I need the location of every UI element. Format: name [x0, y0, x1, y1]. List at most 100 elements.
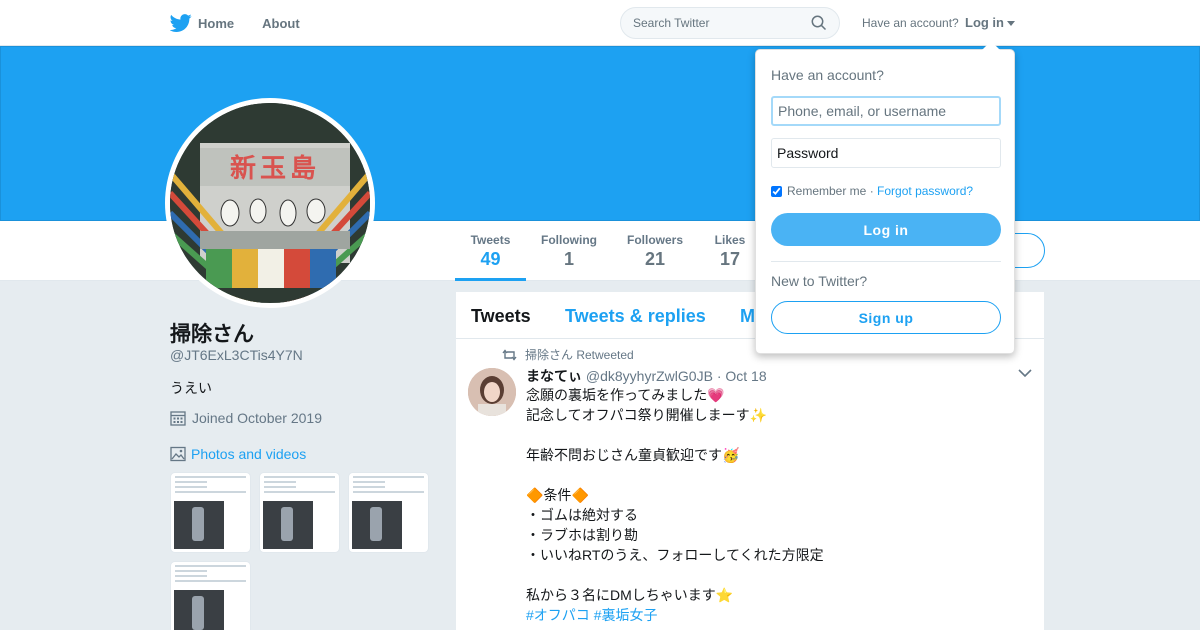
remember-me-row: Remember me · Forgot password? [771, 184, 973, 198]
dropdown-title: Have an account? [771, 67, 884, 83]
tweet-line: ・いいねRTのうえ、フォローしてくれた方限定 [526, 545, 824, 565]
stat-likes[interactable]: Likes 17 [709, 221, 751, 281]
tweet-line: 年齢不問おじさん童貞歓迎です🥳 [526, 445, 824, 465]
thumb-line [175, 476, 246, 478]
media-thumbnail[interactable] [170, 472, 251, 553]
profile-name: 掃除さん [170, 323, 254, 346]
password-field[interactable] [771, 138, 1001, 168]
tab-tweets[interactable]: Tweets [471, 306, 531, 327]
stat-tweets[interactable]: Tweets 49 [455, 221, 526, 281]
joined-label: Joined October 2019 [192, 410, 322, 426]
forgot-password-link[interactable]: Forgot password? [877, 184, 973, 198]
thumb-line [175, 491, 246, 493]
tweet-line [526, 425, 824, 445]
have-account-text: Have an account? [862, 16, 959, 30]
star-emoji-icon: ⭐ [715, 587, 734, 603]
sparkles-emoji-icon: ✨ [749, 407, 768, 423]
nav-left: Home About [170, 0, 328, 46]
stat-value: 1 [563, 249, 574, 269]
diamond-emoji-icon: 🔶 [526, 487, 544, 503]
remember-me-checkbox[interactable] [771, 185, 782, 197]
nav-home-link[interactable]: Home [198, 0, 234, 46]
thumb-line [264, 476, 335, 478]
hashtag-link[interactable]: #オフパコ [526, 607, 590, 623]
profile-handle[interactable]: @JT6ExL3CTis4Y7N [170, 347, 303, 363]
tweet-line-text: ・ゴムは絶対する [526, 507, 638, 523]
thumb-line [264, 481, 296, 483]
username-field[interactable] [771, 96, 1001, 126]
new-to-twitter-text: New to Twitter? [771, 273, 868, 289]
stat-value: 17 [719, 249, 741, 269]
tweet-author-handle[interactable]: @dk8yyhyrZwlG0JB [586, 368, 713, 384]
tweet-line-text: 記念してオフパコ祭り開催しまーす [526, 407, 750, 423]
photos-videos-link[interactable]: Photos and videos [170, 446, 306, 462]
chevron-down-icon [1007, 21, 1015, 27]
thumb-line [264, 491, 335, 493]
tweet-line [526, 565, 824, 585]
tweet-avatar-image [468, 368, 516, 416]
thumb-photo [174, 501, 224, 549]
tweet-line: ・ゴムは絶対する [526, 505, 824, 525]
login-toggle-label: Log in [965, 15, 1004, 30]
tweet-line: 私から３名にDMしちゃいます⭐ [526, 585, 824, 605]
media-thumbnail[interactable] [259, 472, 340, 553]
tweet-author-name[interactable]: まなてぃ [526, 368, 582, 384]
tweet-line-text: 私から３名にDMしちゃいます [526, 587, 716, 603]
media-thumbnail[interactable] [170, 561, 251, 630]
tweet-author-avatar[interactable] [468, 368, 516, 416]
chevron-down-icon[interactable] [1018, 368, 1032, 378]
media-thumbnail[interactable] [348, 472, 429, 553]
remember-me-label: Remember me [787, 184, 867, 198]
hashtag-link[interactable]: #裏垢女子 [594, 607, 658, 623]
profile-avatar[interactable]: 新玉島 [165, 98, 375, 308]
signup-button[interactable]: Sign up [771, 301, 1001, 334]
tweet-line [526, 465, 824, 485]
search-icon[interactable] [811, 15, 827, 31]
thumb-line [264, 486, 296, 488]
login-dropdown: Have an account? Remember me · Forgot pa… [755, 41, 1015, 354]
retweet-note[interactable]: 掃除さん Retweeted [525, 346, 634, 363]
stat-label: Likes [714, 233, 746, 247]
photos-videos-label: Photos and videos [191, 446, 307, 462]
retweet-icon [502, 348, 517, 361]
thumb-line [175, 565, 246, 567]
retweet-context: 掃除さん Retweeted [502, 346, 634, 363]
svg-text:新玉島: 新玉島 [230, 153, 320, 184]
stat-followers[interactable]: Followers 21 [624, 221, 686, 281]
login-button[interactable]: Log in [771, 213, 1001, 246]
stat-following[interactable]: Following 1 [538, 221, 600, 281]
thumb-line [175, 575, 207, 577]
tweet-line-text: ・ラブホは割り勘 [526, 527, 638, 543]
stat-value: 21 [644, 249, 666, 269]
tab-media[interactable]: M [740, 306, 755, 327]
top-nav: Home About Have an account? Log in [0, 0, 1200, 46]
tweet-line: #オフパコ #裏垢女子 [526, 605, 824, 625]
calendar-icon [170, 411, 186, 426]
twitter-bird-icon[interactable] [170, 12, 192, 34]
heart-emoji-icon: 💗 [707, 387, 725, 403]
tab-tweets-replies[interactable]: Tweets & replies [565, 306, 706, 327]
avatar-image: 新玉島 [170, 103, 370, 303]
stat-label: Tweets [470, 233, 511, 247]
profile-bio: うえい [170, 380, 212, 396]
thumb-line [175, 570, 207, 572]
tweet-date[interactable]: Oct 18 [725, 368, 766, 384]
image-icon [170, 446, 186, 462]
thumb-line [353, 491, 424, 493]
nav-about-link[interactable]: About [262, 0, 300, 46]
stat-label: Followers [626, 233, 683, 247]
profile-joined: Joined October 2019 [170, 410, 322, 426]
search-input[interactable] [633, 16, 811, 30]
search-box [620, 7, 840, 39]
tweet-line-text: ・いいねRTのうえ、フォローしてくれた方限定 [526, 547, 824, 563]
thumb-line [175, 481, 207, 483]
tweet-text: 念願の裏垢を作ってみました💗 記念してオフパコ祭り開催しまーす✨ 年齢不問おじさ… [526, 385, 824, 625]
login-dropdown-toggle[interactable]: Log in [965, 15, 1015, 30]
divider [771, 261, 1001, 262]
party-emoji-icon: 🥳 [722, 447, 740, 463]
tweet-line: 記念してオフパコ祭り開催しまーす✨ [526, 405, 824, 425]
tweet-line-text: 年齢不問おじさん童貞歓迎です [526, 447, 722, 463]
tweet-line-text: 念願の裏垢を作ってみました [526, 387, 708, 403]
thumb-photo [263, 501, 313, 549]
stat-value: 49 [480, 249, 501, 269]
